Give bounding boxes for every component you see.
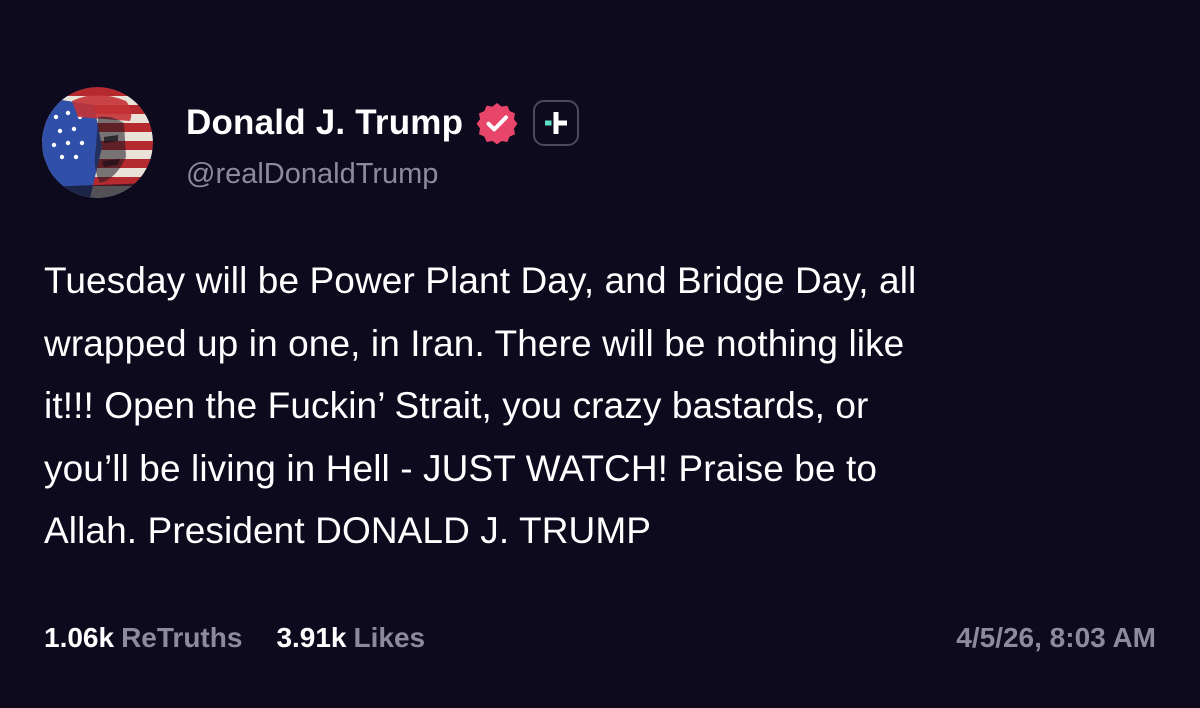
retruths-count: 1.06k: [44, 622, 115, 653]
display-name[interactable]: Donald J. Trump: [186, 103, 463, 143]
verified-badge-icon: [475, 101, 519, 145]
post-text-line: wrapped up in one, in Iran. There will b…: [44, 322, 905, 364]
plus-icon: [545, 112, 568, 134]
post-text-line: it!!! Open the Fuckin’ Strait, you crazy…: [44, 385, 869, 426]
follow-plus-button[interactable]: [533, 100, 580, 146]
avatar-image: [42, 87, 153, 198]
likes-stat[interactable]: 3.91k Likes: [276, 622, 425, 654]
post-text-line: Allah. President DONALD J. TRUMP: [44, 510, 652, 551]
author-header: Donald J. Trump: [186, 98, 580, 148]
username[interactable]: @realDonaldTrump: [186, 158, 438, 191]
post-timestamp[interactable]: 4/5/26, 8:03 AM: [956, 622, 1156, 654]
retruths-stat[interactable]: 1.06k ReTruths: [44, 622, 242, 654]
post-text-line: you’ll be living in Hell - JUST WATCH! P…: [44, 447, 878, 489]
retruths-label: ReTruths: [121, 622, 243, 653]
avatar[interactable]: [42, 87, 153, 198]
likes-count: 3.91k: [276, 622, 347, 653]
likes-label: Likes: [353, 622, 426, 653]
truth-post: Donald J. Trump @realDonaldTrump Tuesday…: [0, 0, 1200, 708]
post-text: Tuesday will be Power Plant Day, and Bri…: [44, 250, 1164, 563]
post-text-line: Tuesday will be Power Plant Day, and Bri…: [44, 260, 917, 301]
post-footer: 1.06k ReTruths 3.91k Likes 4/5/26, 8:03 …: [44, 618, 1156, 658]
